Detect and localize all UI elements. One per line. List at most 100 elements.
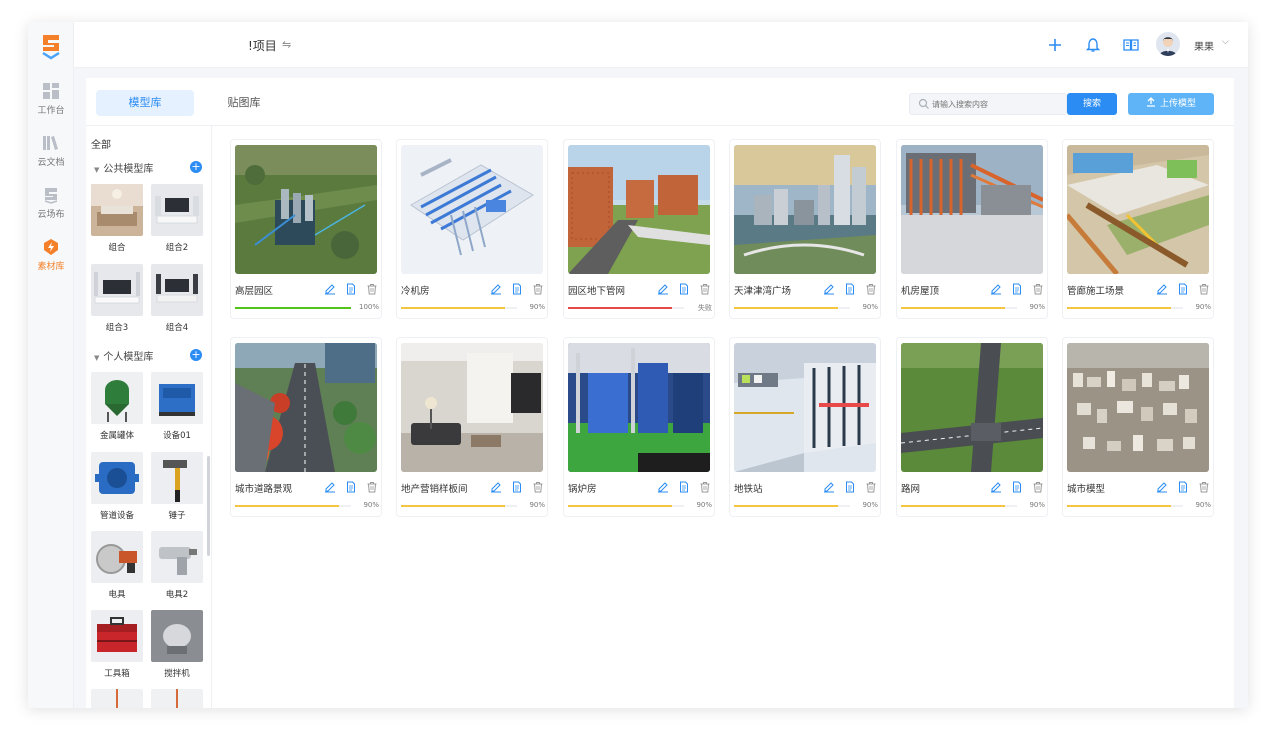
model-thumbnail[interactable]: [901, 145, 1043, 274]
document-icon[interactable]: [511, 283, 523, 295]
delete-icon[interactable]: [1198, 481, 1210, 493]
library-tile[interactable]: [151, 689, 203, 708]
model-card[interactable]: 城市模型 90%: [1062, 337, 1214, 517]
library-tile[interactable]: 搅拌机: [151, 610, 203, 679]
model-card[interactable]: 路网 90%: [896, 337, 1048, 517]
rail-item-materials[interactable]: 素材库: [28, 238, 74, 272]
switch-project-icon[interactable]: ⇋: [282, 38, 291, 51]
model-card[interactable]: 天津津湾广场 90%: [729, 139, 881, 319]
add-icon[interactable]: [1045, 35, 1065, 55]
edit-icon[interactable]: [657, 481, 669, 493]
search-field[interactable]: [909, 93, 1067, 115]
edit-icon[interactable]: [990, 283, 1002, 295]
document-icon[interactable]: [1011, 283, 1023, 295]
model-card[interactable]: 管廊施工场景 90%: [1062, 139, 1214, 319]
model-card[interactable]: 锅炉房 90%: [563, 337, 715, 517]
username[interactable]: 果果: [1194, 38, 1214, 53]
library-tile[interactable]: 设备01: [151, 372, 203, 441]
add-personal-model-icon[interactable]: +: [190, 349, 202, 361]
document-icon[interactable]: [844, 283, 856, 295]
model-thumbnail[interactable]: [568, 343, 710, 472]
edit-icon[interactable]: [1156, 481, 1168, 493]
rail-item-site[interactable]: 云场布: [28, 186, 74, 220]
library-tile[interactable]: 锤子: [151, 452, 203, 521]
model-card[interactable]: 高层园区 100%: [230, 139, 382, 319]
model-thumbnail[interactable]: [401, 343, 543, 472]
rail-item-docs[interactable]: 云文档: [28, 134, 74, 168]
library-all[interactable]: 全部: [91, 136, 111, 151]
document-icon[interactable]: [345, 283, 357, 295]
model-thumbnail[interactable]: [734, 343, 876, 472]
library-scrollbar[interactable]: [207, 456, 210, 556]
delete-icon[interactable]: [532, 283, 544, 295]
model-thumbnail[interactable]: [235, 145, 377, 274]
document-icon[interactable]: [1011, 481, 1023, 493]
edit-icon[interactable]: [657, 283, 669, 295]
document-icon[interactable]: [1177, 283, 1189, 295]
edit-icon[interactable]: [324, 283, 336, 295]
library-tile[interactable]: 管道设备: [91, 452, 143, 521]
chevron-down-icon[interactable]: ⌵: [1222, 37, 1229, 47]
avatar[interactable]: [1156, 32, 1180, 56]
public-library-header[interactable]: ▼ 公共模型库: [94, 160, 153, 175]
edit-icon[interactable]: [823, 283, 835, 295]
delete-icon[interactable]: [1198, 283, 1210, 295]
delete-icon[interactable]: [366, 283, 378, 295]
model-card[interactable]: 园区地下管网 失败: [563, 139, 715, 319]
model-card[interactable]: 机房屋顶 90%: [896, 139, 1048, 319]
book-icon[interactable]: [1121, 35, 1141, 55]
library-tile[interactable]: 金属罐体: [91, 372, 143, 441]
delete-icon[interactable]: [532, 481, 544, 493]
delete-icon[interactable]: [1032, 481, 1044, 493]
model-card[interactable]: 地铁站 90%: [729, 337, 881, 517]
delete-icon[interactable]: [699, 481, 711, 493]
add-public-model-icon[interactable]: +: [190, 161, 202, 173]
tab-model-library[interactable]: 模型库: [96, 90, 194, 116]
project-title[interactable]: !项目: [248, 37, 277, 54]
model-thumbnail[interactable]: [1067, 343, 1209, 472]
library-tile[interactable]: 组合: [91, 184, 143, 253]
progress-fill: [235, 307, 351, 309]
library-tile[interactable]: 电具: [91, 531, 143, 600]
edit-icon[interactable]: [1156, 283, 1168, 295]
delete-icon[interactable]: [865, 481, 877, 493]
model-thumbnail[interactable]: [401, 145, 543, 274]
rail-item-workbench[interactable]: 工作台: [28, 82, 74, 116]
library-tile[interactable]: 组合2: [151, 184, 203, 253]
delete-icon[interactable]: [699, 283, 711, 295]
delete-icon[interactable]: [366, 481, 378, 493]
model-card[interactable]: 地产营销样板间 90%: [396, 337, 548, 517]
model-thumbnail[interactable]: [734, 145, 876, 274]
library-tile[interactable]: 组合4: [151, 264, 203, 333]
delete-icon[interactable]: [865, 283, 877, 295]
edit-icon[interactable]: [324, 481, 336, 493]
edit-icon[interactable]: [990, 481, 1002, 493]
model-card[interactable]: 冷机房 90%: [396, 139, 548, 319]
model-thumbnail[interactable]: [568, 145, 710, 274]
library-tile[interactable]: [91, 689, 143, 708]
bell-icon[interactable]: [1083, 35, 1103, 55]
model-thumbnail[interactable]: [901, 343, 1043, 472]
model-thumbnail[interactable]: [235, 343, 377, 472]
library-tile[interactable]: 电具2: [151, 531, 203, 600]
document-icon[interactable]: [678, 481, 690, 493]
model-thumbnail[interactable]: [1067, 145, 1209, 274]
edit-icon[interactable]: [490, 481, 502, 493]
model-card[interactable]: 城市道路景观 90%: [230, 337, 382, 517]
document-icon[interactable]: [678, 283, 690, 295]
document-icon[interactable]: [345, 481, 357, 493]
upload-model-button[interactable]: 上传模型: [1128, 93, 1214, 115]
document-icon[interactable]: [844, 481, 856, 493]
edit-icon[interactable]: [490, 283, 502, 295]
document-icon[interactable]: [511, 481, 523, 493]
edit-icon[interactable]: [823, 481, 835, 493]
tab-texture-library[interactable]: 贴图库: [212, 90, 276, 116]
personal-library-header[interactable]: ▼ 个人模型库: [94, 348, 153, 363]
progress-bar: [734, 307, 850, 309]
document-icon[interactable]: [1177, 481, 1189, 493]
library-tile[interactable]: 组合3: [91, 264, 143, 333]
search-button[interactable]: 搜索: [1067, 93, 1117, 115]
library-tile[interactable]: 工具箱: [91, 610, 143, 679]
search-input[interactable]: [932, 97, 1062, 112]
delete-icon[interactable]: [1032, 283, 1044, 295]
